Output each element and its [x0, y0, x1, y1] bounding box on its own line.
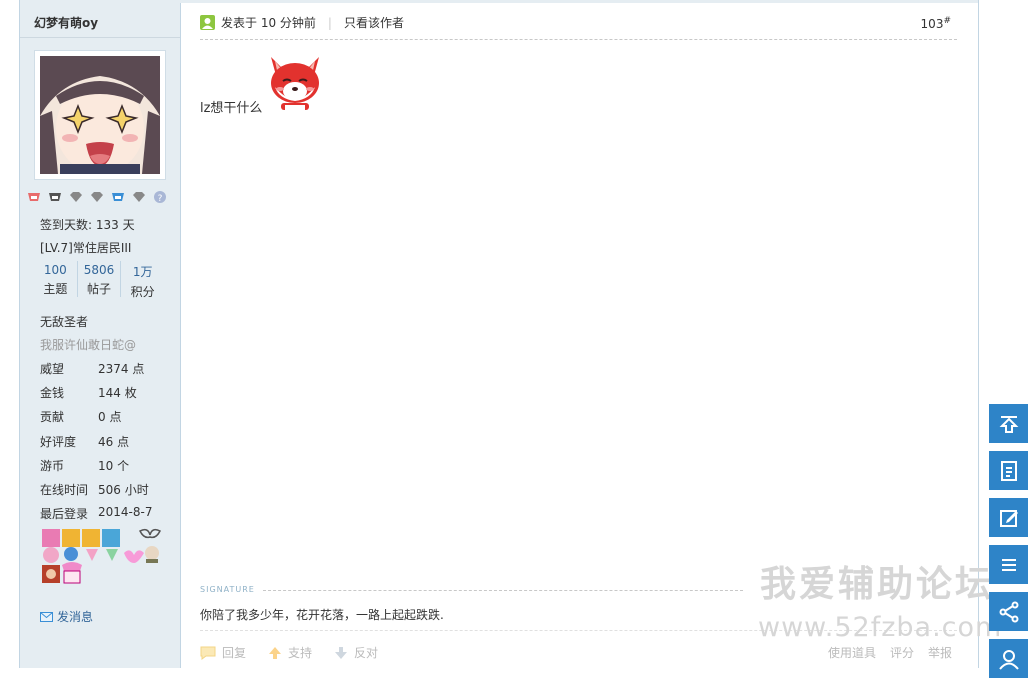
- attr-row: 游币 10 个: [40, 457, 180, 474]
- post-actions-right: 使用道具 评分 举报: [828, 644, 952, 661]
- oppose-label: 反对: [354, 646, 379, 660]
- document-icon: [1000, 460, 1017, 481]
- floor-number[interactable]: 103#: [921, 16, 951, 31]
- attr-value: 0 点: [98, 410, 122, 424]
- attr-row: 好评度 46 点: [40, 433, 180, 450]
- user-level[interactable]: [LV.7]常住居民III: [40, 239, 131, 256]
- attr-key: 在线时间: [40, 483, 89, 497]
- thumbs-up-icon: [269, 646, 282, 659]
- posts-count[interactable]: 5806 帖子: [78, 261, 122, 297]
- only-author-link[interactable]: 只看该作者: [344, 14, 404, 31]
- user-motto: 我服许仙敢日蛇@: [40, 338, 137, 352]
- thumbs-down-icon: [335, 646, 348, 659]
- attr-row: 贡献 0 点: [40, 408, 180, 425]
- avatar[interactable]: [34, 50, 166, 180]
- send-message-label: 发消息: [57, 610, 94, 624]
- divider: [200, 39, 957, 40]
- share-icon: [999, 601, 1018, 622]
- post-header: 发表于 10 分钟前 | 只看该作者: [200, 14, 404, 31]
- attr-row: 在线时间 506 小时: [40, 481, 180, 498]
- topics-count-value: 100: [43, 263, 67, 277]
- user-icon: [998, 649, 1019, 670]
- floor-mark: #: [943, 16, 951, 26]
- points-count-value: 1万: [132, 265, 153, 279]
- reply-icon: [200, 646, 216, 660]
- attr-value: 2374 点: [98, 362, 145, 376]
- post-time: 发表于 10 分钟前: [221, 16, 316, 30]
- reply-label: 回复: [222, 646, 247, 660]
- oppose-button[interactable]: 反对: [334, 644, 378, 661]
- post-message: lz想干什么: [200, 101, 263, 116]
- divider: [20, 37, 180, 38]
- quick-reply-button[interactable]: [989, 451, 1028, 490]
- attr-value: 10 个: [98, 459, 130, 473]
- attr-row: 最后登录 2014-8-7: [40, 505, 180, 522]
- medal-icon[interactable]: [110, 190, 126, 204]
- use-tools-link[interactable]: 使用道具: [828, 644, 876, 661]
- diamond-icon[interactable]: [68, 190, 84, 204]
- attr-row: 金钱 144 枚: [40, 384, 180, 401]
- medal-icon[interactable]: [47, 190, 63, 204]
- medal-icon[interactable]: [26, 190, 42, 204]
- attr-key: 金钱: [40, 386, 65, 400]
- back-to-top-button[interactable]: [989, 404, 1028, 443]
- support-label: 支持: [288, 646, 313, 660]
- page-margin: [0, 0, 19, 668]
- avatar-image: [40, 56, 160, 174]
- attr-key: 最后登录: [40, 507, 89, 521]
- help-icon[interactable]: ?: [152, 190, 168, 204]
- attr-key: 好评度: [40, 435, 77, 449]
- attr-value: 144 枚: [98, 386, 137, 400]
- menu-list-button[interactable]: [989, 545, 1028, 584]
- fox-emoji: [271, 57, 319, 110]
- user-center-button[interactable]: [989, 639, 1028, 678]
- separator: |: [327, 15, 332, 30]
- signature-divider: [263, 590, 743, 591]
- svg-text:?: ?: [158, 194, 163, 204]
- rate-link[interactable]: 评分: [890, 644, 914, 661]
- report-link[interactable]: 举报: [928, 644, 952, 661]
- username-link[interactable]: 幻梦有萌oy: [34, 14, 98, 31]
- back-to-top-icon: [999, 415, 1018, 433]
- envelope-icon: [40, 611, 53, 622]
- attr-value: 2014-8-7: [98, 505, 153, 519]
- topics-count-label: 主题: [43, 282, 68, 296]
- checkin-days: 签到天数: 133 天: [40, 218, 135, 232]
- floating-toolbar: [989, 404, 1028, 686]
- share-button[interactable]: [989, 592, 1028, 631]
- post-actions: 回复 支持 反对: [200, 644, 378, 661]
- points-count[interactable]: 1万 积分: [121, 261, 164, 299]
- diamond-icon[interactable]: [131, 190, 147, 204]
- floor-number-value: 103: [920, 17, 944, 31]
- watermark-url: www.52fzba.com: [758, 612, 1003, 643]
- attr-row: 威望 2374 点: [40, 360, 180, 377]
- online-user-icon: [200, 15, 215, 30]
- diamond-icon[interactable]: [89, 190, 105, 204]
- signature-text: 你陪了我多少年，花开花落，一路上起起跌跌.: [200, 608, 444, 622]
- attr-value: 46 点: [98, 435, 130, 449]
- list-icon: [1001, 558, 1016, 571]
- new-post-button[interactable]: [989, 498, 1028, 537]
- edit-icon: [999, 509, 1018, 527]
- user-title: 无敌圣者: [40, 315, 89, 329]
- watermark-title: 我爱辅助论坛: [760, 564, 995, 605]
- topics-count[interactable]: 100 主题: [34, 261, 78, 297]
- points-count-label: 积分: [130, 285, 155, 299]
- user-sidebar: 幻梦有萌oy ? 签到天数: 133 天 [LV.7]常住居民III 100 主…: [20, 3, 181, 668]
- signature-label: SIGNATURE: [200, 585, 255, 594]
- badge-medals[interactable]: [40, 527, 165, 599]
- reply-button[interactable]: 回复: [200, 644, 246, 661]
- posts-count-value: 5806: [83, 263, 115, 277]
- attr-key: 威望: [40, 362, 65, 376]
- user-counts: 100 主题 5806 帖子 1万 积分: [34, 261, 164, 299]
- attr-value: 506 小时: [98, 483, 149, 497]
- attr-key: 贡献: [40, 410, 65, 424]
- posts-count-label: 帖子: [87, 282, 112, 296]
- send-message-link[interactable]: 发消息: [40, 608, 93, 625]
- attr-key: 游币: [40, 459, 65, 473]
- support-button[interactable]: 支持: [268, 644, 312, 661]
- medal-row: ?: [26, 190, 168, 204]
